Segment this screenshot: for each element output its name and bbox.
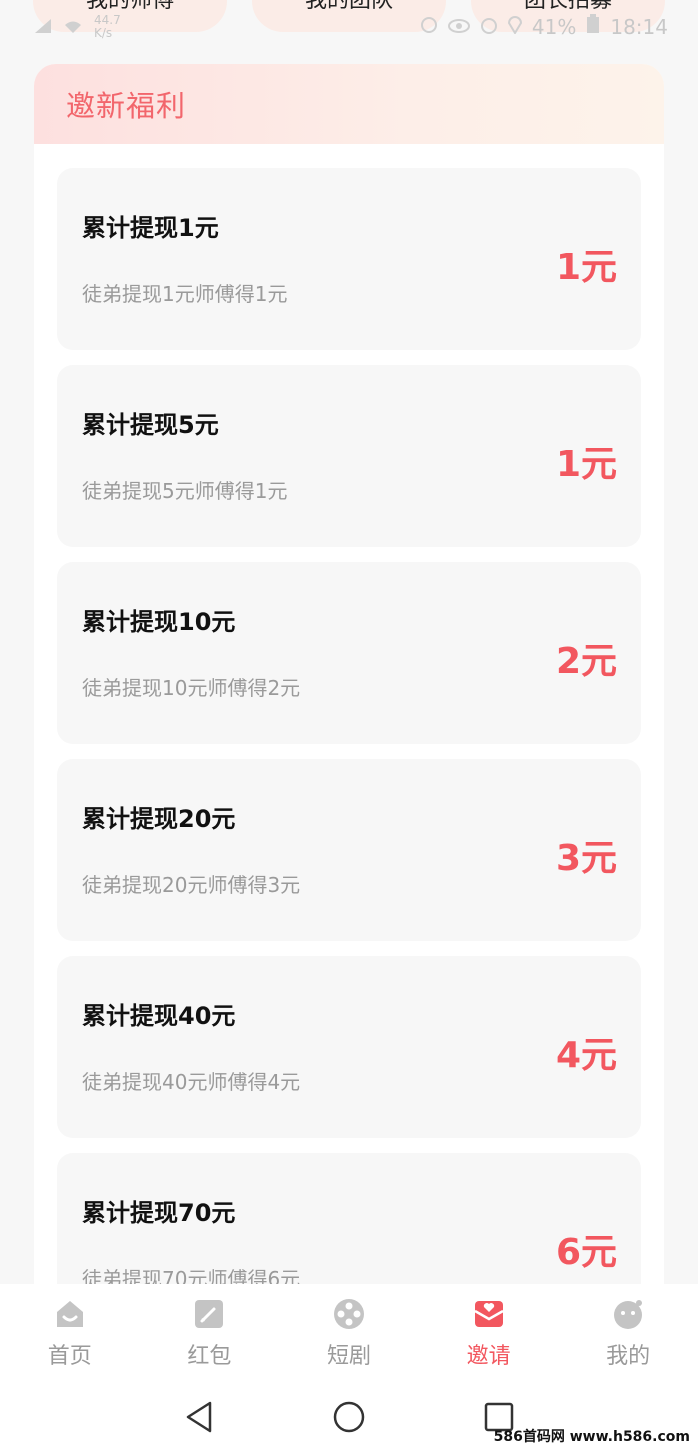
home-circle-icon[interactable]: [332, 1400, 366, 1434]
nav-item-profile[interactable]: 我的: [558, 1284, 698, 1382]
nav-label-home: 首页: [47, 1344, 92, 1369]
reward-description: 徒弟提现20元师傅得3元: [82, 873, 301, 897]
nfc-icon: [420, 15, 438, 39]
edit-icon: [191, 1296, 227, 1332]
home-icon: [52, 1296, 88, 1332]
invite-envelope-icon: [471, 1296, 507, 1332]
reward-amount: 4元: [555, 1035, 617, 1076]
eye-icon: [447, 15, 470, 39]
reward-description: 徒弟提现40元师傅得4元: [82, 1070, 301, 1094]
nav-item-short-drama[interactable]: 短剧: [279, 1284, 419, 1382]
film-reel-icon: [331, 1296, 367, 1332]
reward-item: 累计提现5元 徒弟提现5元师傅得1元 1元: [57, 365, 641, 547]
nav-item-red-packet[interactable]: 红包: [140, 1284, 280, 1382]
profile-icon: [610, 1296, 646, 1332]
reward-item: 累计提现10元 徒弟提现10元师傅得2元 2元: [57, 562, 641, 744]
signal-icon: [34, 15, 52, 39]
network-speed-unit: K/s: [94, 26, 113, 40]
nav-label-short-drama: 短剧: [326, 1344, 371, 1369]
reward-description: 徒弟提现5元师傅得1元: [82, 479, 288, 503]
bottom-nav: 首页 红包 短剧 邀请 我的: [0, 1284, 698, 1382]
watermark: 586首码网 www.h586.com: [493, 1429, 690, 1445]
card-title: 邀新福利: [66, 89, 187, 123]
reward-item: 累计提现20元 徒弟提现20元师傅得3元 3元: [57, 759, 641, 941]
network-speed-value: 44.7: [94, 13, 121, 27]
status-bar: 44.7 K/s 41% 18:14: [0, 14, 698, 44]
reward-amount: 2元: [555, 641, 617, 682]
nav-label-profile: 我的: [606, 1344, 651, 1369]
reward-title: 累计提现10元: [82, 608, 236, 636]
reward-item: 累计提现40元 徒弟提现40元师傅得4元 4元: [57, 956, 641, 1138]
reward-title: 累计提现5元: [82, 411, 219, 439]
nav-item-home[interactable]: 首页: [0, 1284, 140, 1382]
network-speed: 44.7 K/s: [94, 14, 121, 40]
reward-title: 累计提现20元: [82, 805, 236, 833]
reward-title: 累计提现70元: [82, 1199, 236, 1227]
card-header: 邀新福利: [34, 64, 664, 144]
back-triangle-icon[interactable]: [182, 1400, 216, 1434]
battery-icon: [586, 14, 600, 39]
reward-list: 累计提现1元 徒弟提现1元师傅得1元 1元 累计提现5元 徒弟提现5元师傅得1元…: [57, 168, 641, 1350]
wifi-icon: [64, 15, 82, 39]
reward-description: 徒弟提现1元师傅得1元: [82, 282, 288, 306]
reward-amount: 1元: [555, 247, 617, 288]
reward-description: 徒弟提现10元师傅得2元: [82, 676, 301, 700]
nav-label-red-packet: 红包: [187, 1344, 232, 1369]
reward-amount: 6元: [555, 1232, 617, 1273]
system-nav-bar: 586首码网 www.h586.com: [0, 1382, 698, 1452]
reward-item: 累计提现1元 徒弟提现1元师傅得1元 1元: [57, 168, 641, 350]
clock-time: 18:14: [610, 14, 668, 39]
nav-label-invite: 邀请: [466, 1344, 511, 1369]
battery-percent: 41%: [531, 14, 577, 39]
location-icon: [507, 15, 522, 39]
reward-title: 累计提现1元: [82, 214, 219, 242]
reward-amount: 1元: [555, 444, 617, 485]
reward-amount: 3元: [555, 838, 617, 879]
nav-item-invite[interactable]: 邀请: [419, 1284, 559, 1382]
invite-rewards-card: 邀新福利 累计提现1元 徒弟提现1元师傅得1元 1元 累计提现5元 徒弟提现5元…: [34, 64, 664, 1364]
reward-title: 累计提现40元: [82, 1002, 236, 1030]
alarm-icon: [480, 15, 498, 39]
page: 我的师傅 我的团队 团长招募 44.7 K/s 41% 18:14 邀新福利 累…: [0, 0, 698, 1452]
